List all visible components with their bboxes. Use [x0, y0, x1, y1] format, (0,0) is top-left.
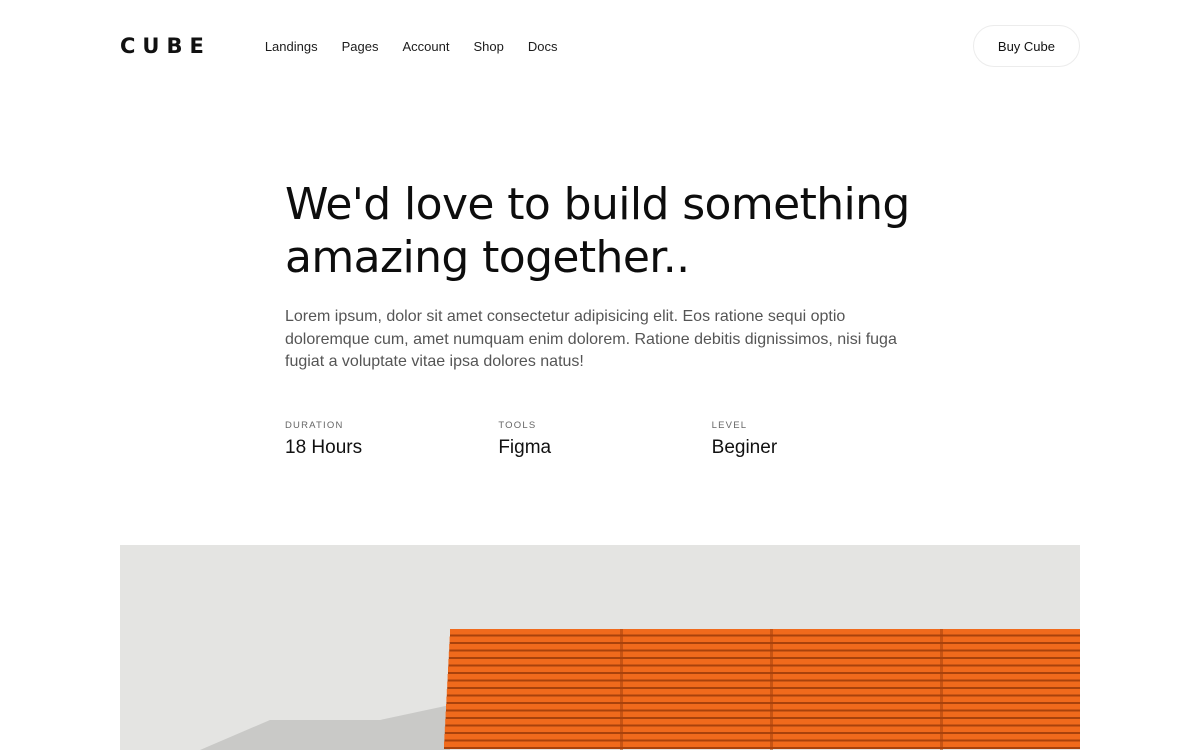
meta-level-value: Beginer	[711, 436, 778, 458]
hero-photo	[120, 545, 1080, 750]
bench-slat	[448, 666, 1080, 672]
bench-support	[620, 629, 623, 750]
bench-slat-gap	[445, 717, 1080, 719]
course-meta: DURATION 18 Hours TOOLS Figma LEVEL Begi…	[285, 420, 925, 459]
bench-slat	[444, 726, 1080, 732]
bench-slat-gap	[444, 732, 1080, 734]
meta-duration: DURATION 18 Hours	[285, 420, 498, 459]
bench-slat-gap	[449, 642, 1080, 644]
hero-title: We'd love to build something amazing tog…	[285, 178, 925, 284]
site-header: CUBE Landings Pages Account Shop Docs Bu…	[120, 24, 1080, 68]
buy-cube-button[interactable]: Buy Cube	[972, 25, 1080, 67]
hero-title-line-1: We'd love to build something	[285, 179, 910, 230]
page: CUBE Landings Pages Account Shop Docs Bu…	[0, 0, 1200, 750]
bench-slat	[446, 696, 1080, 702]
hero-title-line-2: amazing together..	[285, 232, 690, 283]
nav-link-pages[interactable]: Pages	[342, 39, 379, 54]
bench-slat	[447, 674, 1080, 680]
bench-slat	[450, 629, 1080, 635]
logo[interactable]: CUBE	[120, 34, 211, 58]
hero-description: Lorem ipsum, dolor sit amet consectetur …	[285, 308, 897, 370]
bench-slat-gap	[450, 634, 1080, 637]
bench-slat-gap	[449, 649, 1080, 652]
bench-slat-gap	[444, 747, 1080, 749]
bench-slat-gap	[446, 694, 1080, 697]
bench-slat-gap	[448, 672, 1080, 674]
meta-duration-label: DURATION	[285, 419, 344, 431]
nav-link-shop[interactable]: Shop	[473, 39, 503, 54]
bench-support	[770, 629, 773, 750]
bench-slat	[445, 711, 1080, 717]
bench-slat-gap	[445, 724, 1080, 727]
meta-level: LEVEL Beginer	[712, 420, 925, 459]
bench-slat	[449, 636, 1080, 642]
meta-tools-value: Figma	[498, 436, 552, 458]
bench	[444, 629, 1080, 750]
bench-slat-gap	[446, 702, 1080, 704]
bench-slat	[449, 644, 1080, 650]
bench-slat	[447, 681, 1080, 687]
bench-slat-gap	[446, 709, 1080, 712]
bench-slat	[444, 741, 1080, 747]
bench-image	[120, 545, 1080, 750]
bench-slat	[446, 689, 1080, 695]
bench-slat	[448, 651, 1080, 657]
meta-level-label: LEVEL	[711, 419, 748, 431]
bench-slat-gap	[448, 657, 1080, 659]
bench-slat	[445, 719, 1080, 725]
bench-slat	[448, 659, 1080, 665]
bench-support	[940, 629, 943, 750]
bench-slat	[446, 704, 1080, 710]
bench-slat-gap	[447, 687, 1080, 689]
nav-link-account[interactable]: Account	[402, 39, 449, 54]
bench-slat-gap	[447, 679, 1080, 682]
nav-link-landings[interactable]: Landings	[265, 39, 318, 54]
nav-link-docs[interactable]: Docs	[528, 39, 558, 54]
meta-tools-label: TOOLS	[498, 419, 537, 431]
meta-duration-value: 18 Hours	[285, 436, 363, 458]
bench-slat-gap	[444, 739, 1080, 742]
meta-tools: TOOLS Figma	[498, 420, 711, 459]
main-nav: Landings Pages Account Shop Docs	[265, 39, 558, 54]
bench-slat	[444, 734, 1080, 740]
hero-section: We'd love to build something amazing tog…	[285, 178, 925, 459]
bench-slat-gap	[448, 664, 1080, 667]
